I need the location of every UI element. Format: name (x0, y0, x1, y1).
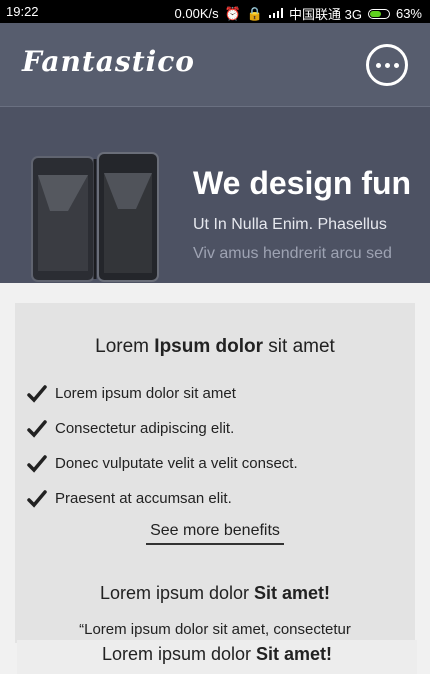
checkmark-icon (27, 454, 47, 473)
checkmark-icon (27, 419, 47, 438)
benefits-list: Lorem ipsum dolor sit amet Consectetur a… (27, 376, 298, 516)
status-bar: 19:22 0.00K/s ⏰ 🔒 中国联通 3G 63% (0, 0, 430, 23)
testimonial-title: Lorem ipsum dolor Sit amet! (15, 583, 415, 604)
logo: Fantastico (22, 45, 195, 78)
signal-icon (269, 6, 283, 21)
footer-section: Lorem ipsum dolor Sit amet! (17, 640, 417, 674)
more-menu-button[interactable] (366, 44, 408, 86)
hero-subtitle: Ut In Nulla Enim. Phasellus (193, 216, 387, 233)
testimonial-quote: “Lorem ipsum dolor sit amet, consectetur (79, 621, 351, 638)
app-header: Fantastico (0, 23, 430, 107)
benefits-title-pre: Lorem (95, 336, 155, 357)
menu-dot (393, 62, 399, 68)
list-item: Consectetur adipiscing elit. (27, 411, 298, 446)
battery-fill (369, 10, 382, 17)
benefits-title-bold: Ipsum dolor (154, 336, 264, 357)
see-more-benefits-link[interactable]: See more benefits (146, 522, 284, 545)
status-time: 19:22 (6, 4, 39, 19)
hero-section: We design fun Ut In Nulla Enim. Phasellu… (0, 107, 430, 283)
benefits-title: Lorem Ipsum dolor sit amet (15, 336, 415, 358)
testimonial-title-bold: Sit amet! (254, 583, 331, 603)
menu-dot (384, 62, 390, 68)
net-speed: 0.00K/s (174, 6, 219, 21)
status-icons: 0.00K/s ⏰ 🔒 中国联通 3G 63% (175, 4, 422, 23)
footer-title: Lorem ipsum dolor Sit amet! (17, 644, 417, 665)
benefit-text: Consectetur adipiscing elit. (55, 420, 235, 437)
hero-subtitle-secondary: Viv amus hendrerit arcu sed (193, 245, 392, 262)
battery-icon (367, 8, 390, 19)
list-item: Praesent at accumsan elit. (27, 481, 298, 516)
battery-percent: 63% (395, 6, 422, 21)
checkmark-icon (27, 489, 47, 508)
alarm-icon: ⏰ (224, 5, 241, 21)
list-item: Donec vulputate velit a velit consect. (27, 446, 298, 481)
benefits-card: Lorem Ipsum dolor sit amet Lorem ipsum d… (15, 303, 415, 643)
more-horizontal-icon (375, 62, 381, 68)
benefit-text: Donec vulputate velit a velit consect. (55, 455, 298, 472)
benefits-title-post: sit amet (263, 336, 335, 357)
footer-title-bold: Sit amet! (256, 644, 333, 664)
footer-title-pre: Lorem ipsum dolor (101, 644, 257, 664)
carrier: 中国联通 3G (289, 7, 362, 22)
list-item: Lorem ipsum dolor sit amet (27, 376, 298, 411)
checkmark-icon (27, 384, 47, 403)
phone-image (28, 151, 160, 287)
testimonial-title-pre: Lorem ipsum dolor (99, 583, 255, 603)
benefit-text: Lorem ipsum dolor sit amet (55, 385, 236, 402)
hero-title: We design fun (193, 165, 412, 201)
benefit-text: Praesent at accumsan elit. (55, 490, 232, 507)
lock-icon: 🔒 (246, 5, 263, 21)
